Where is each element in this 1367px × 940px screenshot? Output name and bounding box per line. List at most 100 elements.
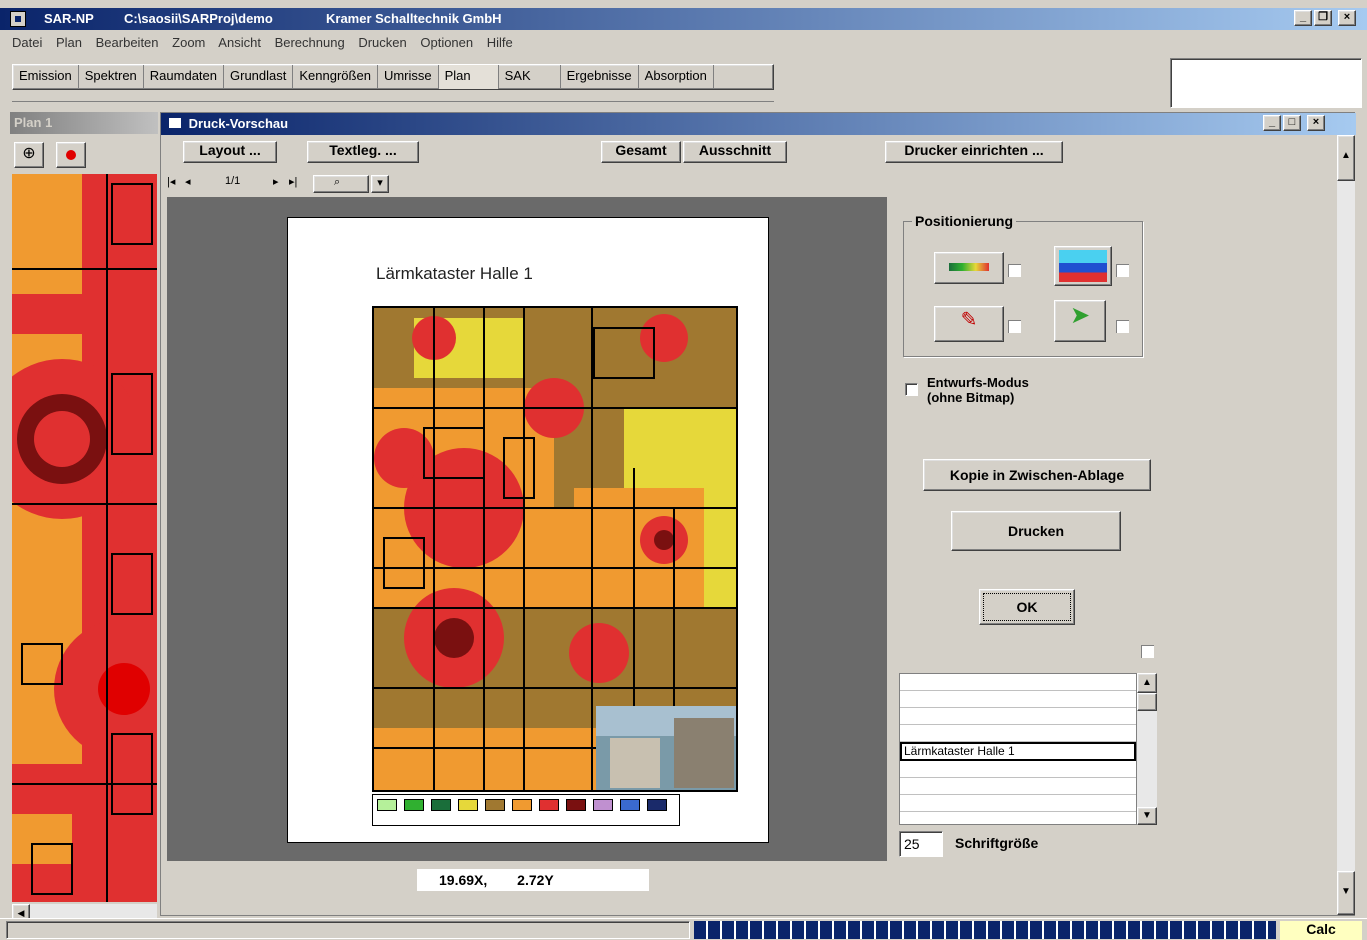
preview-vscroll[interactable]: ▲ ▼ [1337, 135, 1355, 915]
north-arrow-button[interactable]: ➤ [1054, 300, 1106, 342]
preview-minimize-button[interactable]: _ [1263, 115, 1281, 131]
picture-position-checkbox[interactable] [1116, 264, 1129, 277]
extra-checkbox[interactable] [1141, 645, 1154, 658]
entwurf-label-line2: (ohne Bitmap) [927, 390, 1015, 405]
close-button[interactable]: × [1338, 10, 1356, 26]
font-size-input[interactable]: 25 [899, 831, 943, 857]
coordinates-display: 19.69X, 2.72Y [417, 869, 649, 891]
noise-map[interactable] [372, 306, 738, 792]
legend-swatch [539, 799, 559, 811]
list-row[interactable] [900, 795, 1136, 812]
menu-bearbeiten[interactable]: Bearbeiten [96, 35, 159, 50]
north-arrow-checkbox[interactable] [1116, 320, 1129, 333]
menu-plan[interactable]: Plan [56, 35, 82, 50]
list-row[interactable] [900, 778, 1136, 795]
record-button[interactable] [56, 142, 86, 168]
legend-swatch [647, 799, 667, 811]
tab-kenngroessen[interactable]: Kenngrößen [293, 65, 378, 89]
text-legend-list[interactable]: Lärmkataster Halle 1 [899, 673, 1137, 825]
textleg-button[interactable]: Textleg. ... [307, 141, 419, 163]
ok-button[interactable]: OK [979, 589, 1075, 625]
next-page-icon[interactable]: ▸ [273, 175, 279, 188]
text-position-checkbox[interactable] [1008, 320, 1021, 333]
plan-titlebar: Plan 1 [10, 112, 158, 134]
restore-button[interactable]: ❐ [1314, 10, 1332, 26]
tab-emission[interactable]: Emission [13, 65, 79, 89]
vscroll-up[interactable]: ▲ [1337, 135, 1355, 181]
preview-window: Druck-Vorschau _ □ × Layout ... Textleg.… [160, 112, 1356, 916]
entwurf-checkbox[interactable] [905, 383, 918, 396]
plan-map-graphic [12, 174, 157, 902]
menu-ansicht[interactable]: Ansicht [218, 35, 261, 50]
entwurf-label-line1: Entwurfs-Modus [927, 375, 1029, 390]
menu-zoom[interactable]: Zoom [172, 35, 205, 50]
list-row[interactable] [900, 761, 1136, 778]
list-row[interactable] [900, 691, 1136, 708]
progress-bar [694, 921, 1276, 939]
list-scrollbar[interactable]: ▲ ▼ [1137, 673, 1157, 825]
menu-datei[interactable]: Datei [12, 35, 42, 50]
crosshair-button[interactable]: ⊕ [14, 142, 44, 168]
tab-ergebnisse[interactable]: Ergebnisse [561, 65, 639, 89]
tab-umrisse[interactable]: Umrisse [378, 65, 439, 89]
app-icon [10, 11, 26, 27]
list-row[interactable] [900, 725, 1136, 742]
legend-swatch [377, 799, 397, 811]
ausschnitt-button[interactable]: Ausschnitt [683, 141, 787, 163]
legend-swatch [458, 799, 478, 811]
zoom-dropdown-icon[interactable]: ▾ [371, 175, 389, 193]
first-page-icon[interactable]: |◂ [167, 175, 175, 188]
color-legend [372, 794, 680, 826]
calc-button[interactable]: Calc [1280, 921, 1362, 940]
last-page-icon[interactable]: ▸| [289, 175, 297, 188]
kopie-zwischenablage-button[interactable]: Kopie in Zwischen-Ablage [923, 459, 1151, 491]
legend-position-checkbox[interactable] [1008, 264, 1021, 277]
zoom-icon[interactable]: ⌕ [313, 175, 369, 193]
page-sheet: Lärmkataster Halle 1 [287, 217, 769, 843]
app-company: Kramer Schalltechnik GmbH [326, 11, 502, 26]
tab-sak[interactable]: SAK [499, 65, 561, 89]
picture-position-button[interactable] [1054, 246, 1112, 286]
menu-bar: Datei Plan Bearbeiten Zoom Ansicht Berec… [12, 35, 523, 53]
tab-spektren[interactable]: Spektren [79, 65, 144, 89]
minimize-button[interactable]: _ [1294, 10, 1312, 26]
list-scroll-down[interactable]: ▼ [1137, 807, 1157, 825]
legend-swatch [485, 799, 505, 811]
preview-maximize-button[interactable]: □ [1283, 115, 1301, 131]
menu-drucken[interactable]: Drucken [358, 35, 406, 50]
plan-map[interactable] [12, 174, 157, 902]
preview-canvas: Lärmkataster Halle 1 [167, 197, 887, 861]
page-title: Lärmkataster Halle 1 [376, 264, 533, 283]
list-row[interactable] [900, 674, 1136, 691]
drucken-button[interactable]: Drucken [951, 511, 1121, 551]
status-field [6, 921, 690, 939]
text-position-button[interactable]: ✎ [934, 306, 1004, 342]
noise-map-graphic [374, 308, 736, 790]
list-row-selected[interactable]: Lärmkataster Halle 1 [900, 742, 1136, 761]
layout-button[interactable]: Layout ... [183, 141, 277, 163]
app-name: SAR-NP [44, 11, 94, 26]
tab-bar: Emission Spektren Raumdaten Grundlast Ke… [12, 64, 774, 102]
app-path: C:\saosii\SARProj\demo [124, 11, 273, 26]
plan-title: Plan 1 [14, 115, 53, 130]
list-scroll-thumb[interactable] [1137, 693, 1157, 711]
entwurf-label: Entwurfs-Modus (ohne Bitmap) [927, 375, 1029, 405]
menu-hilfe[interactable]: Hilfe [487, 35, 513, 50]
list-scroll-up[interactable]: ▲ [1137, 673, 1157, 693]
record-icon [66, 150, 76, 160]
tab-plan[interactable]: Plan [438, 65, 499, 89]
prev-page-icon[interactable]: ◂ [185, 175, 191, 188]
gesamt-button[interactable]: Gesamt [601, 141, 681, 163]
list-row[interactable] [900, 708, 1136, 725]
drucker-einrichten-button[interactable]: Drucker einrichten ... [885, 141, 1063, 163]
preview-close-button[interactable]: × [1307, 115, 1325, 131]
page-nav: |◂ ◂ 1/1 ▸ ▸| ⌕ ▾ [167, 175, 389, 193]
preview-title: Druck-Vorschau [188, 116, 289, 131]
menu-optionen[interactable]: Optionen [420, 35, 473, 50]
tab-raumdaten[interactable]: Raumdaten [144, 65, 225, 89]
legend-position-button[interactable] [934, 252, 1004, 284]
vscroll-down[interactable]: ▼ [1337, 871, 1355, 915]
tab-grundlast[interactable]: Grundlast [224, 65, 294, 89]
tab-absorption[interactable]: Absorption [639, 65, 714, 89]
menu-berechnung[interactable]: Berechnung [275, 35, 345, 50]
